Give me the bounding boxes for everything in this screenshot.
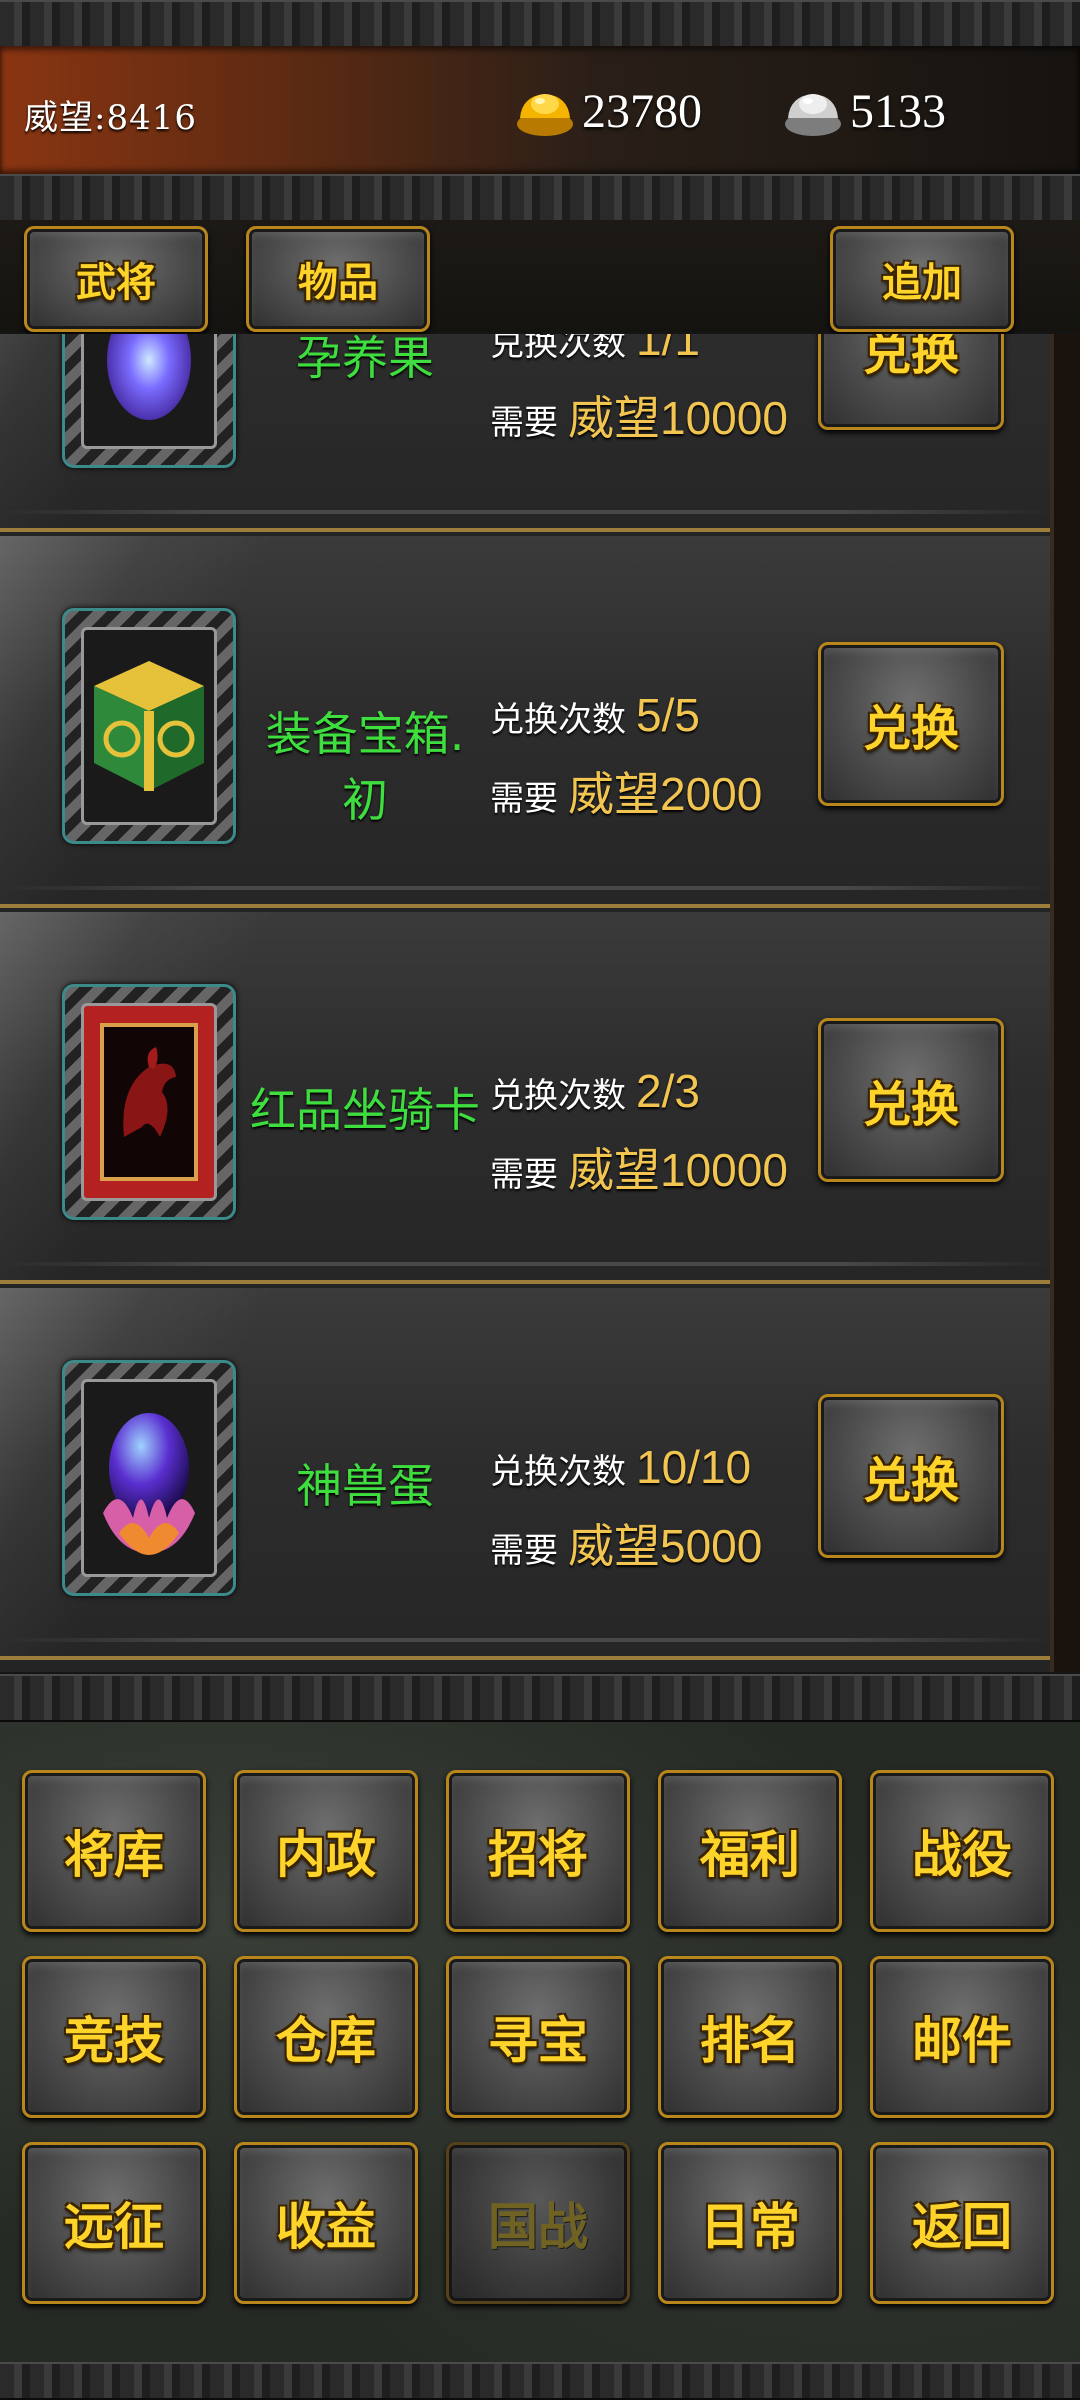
list-item: 红品坐骑卡 兑换次数 2/3 需要 威望10000 兑换 — [0, 912, 1050, 1284]
list-item: 孕养果 兑换次数 1/1 需要 威望10000 兑换 — [0, 334, 1050, 532]
menu-warehouse[interactable]: 仓库 — [234, 1956, 418, 2118]
count-label: 兑换次数 — [490, 1452, 626, 1492]
prestige-value: 威望:8416 — [24, 98, 197, 138]
item-icon-frame — [62, 984, 236, 1220]
count-value: 5/5 — [636, 689, 700, 741]
need-label: 需要 — [490, 779, 558, 819]
count-value: 10/10 — [636, 1441, 752, 1493]
menu-internal-affairs[interactable]: 内政 — [234, 1770, 418, 1932]
item-icon-frame — [62, 608, 236, 844]
gold-ingot-icon — [517, 94, 573, 136]
menu-treasure-hunt[interactable]: 寻宝 — [446, 1956, 630, 2118]
need-value: 威望10000 — [568, 392, 788, 444]
exchange-button[interactable]: 兑换 — [818, 334, 1004, 430]
tab-add[interactable]: 追加 — [830, 226, 1014, 332]
menu-nation-war[interactable]: 国战 — [446, 2142, 630, 2304]
item-name: 神兽蛋 — [296, 1459, 434, 1513]
main-menu-panel: 将库 内政 招将 福利 战役 竞技 仓库 寻宝 排名 邮件 远征 收益 国战 日… — [0, 1722, 1080, 2362]
item-name: 孕养果 — [296, 334, 434, 385]
count-label: 兑换次数 — [490, 334, 626, 364]
menu-daily[interactable]: 日常 — [658, 2142, 842, 2304]
silver-amount: 5133 — [850, 84, 946, 138]
beast-egg-icon — [103, 1413, 195, 1555]
silver-display: 5133 — [782, 76, 946, 146]
crystal-fruit-icon — [107, 334, 191, 420]
menu-ranking[interactable]: 排名 — [658, 1956, 842, 2118]
item-icon-frame — [62, 334, 236, 468]
list-item: 装备宝箱.初 兑换次数 5/5 需要 威望2000 兑换 — [0, 536, 1050, 908]
menu-welfare[interactable]: 福利 — [658, 1770, 842, 1932]
bottom-border-band — [0, 2362, 1080, 2400]
menu-expedition[interactable]: 远征 — [22, 2142, 206, 2304]
menu-arena[interactable]: 竞技 — [22, 1956, 206, 2118]
silver-ingot-icon — [785, 94, 841, 136]
count-value: 2/3 — [636, 1065, 700, 1117]
header-border-band — [0, 174, 1080, 222]
item-icon-frame — [62, 1360, 236, 1596]
tab-items[interactable]: 物品 — [246, 226, 430, 332]
count-label: 兑换次数 — [490, 700, 626, 740]
treasure-box-icon — [94, 661, 204, 791]
item-name: 红品坐骑卡 — [250, 1083, 480, 1137]
need-value: 威望5000 — [568, 1520, 763, 1572]
need-label: 需要 — [490, 403, 558, 443]
exchange-button[interactable]: 兑换 — [818, 1018, 1004, 1182]
gold-amount: 23780 — [582, 84, 702, 138]
need-label: 需要 — [490, 1155, 558, 1195]
menu-back[interactable]: 返回 — [870, 2142, 1054, 2304]
middle-border-band — [0, 1674, 1080, 1722]
exchange-button[interactable]: 兑换 — [818, 642, 1004, 806]
gold-display: 23780 — [514, 76, 702, 146]
item-name: 装备宝箱.初 — [265, 707, 465, 827]
menu-income[interactable]: 收益 — [234, 2142, 418, 2304]
count-label: 兑换次数 — [490, 1076, 626, 1116]
resource-bar: 威望:8416 23780 5133 — [0, 46, 1080, 174]
exchange-list[interactable]: 孕养果 兑换次数 1/1 需要 威望10000 兑换 装备宝箱.初 兑换次数 5… — [0, 334, 1050, 1672]
list-item: 神兽蛋 兑换次数 10/10 需要 威望5000 兑换 — [0, 1288, 1050, 1660]
need-value: 威望2000 — [568, 768, 763, 820]
exchange-button[interactable]: 兑换 — [818, 1394, 1004, 1558]
top-border-band — [0, 0, 1080, 48]
menu-mail[interactable]: 邮件 — [870, 1956, 1054, 2118]
tab-generals[interactable]: 武将 — [24, 226, 208, 332]
list-scroll-edge — [1050, 334, 1080, 1672]
count-value: 1/1 — [636, 334, 700, 365]
mount-card-icon — [100, 1023, 198, 1181]
menu-campaign[interactable]: 战役 — [870, 1770, 1054, 1932]
menu-recruit[interactable]: 招将 — [446, 1770, 630, 1932]
menu-general-storage[interactable]: 将库 — [22, 1770, 206, 1932]
need-value: 威望10000 — [568, 1144, 788, 1196]
need-label: 需要 — [490, 1531, 558, 1571]
